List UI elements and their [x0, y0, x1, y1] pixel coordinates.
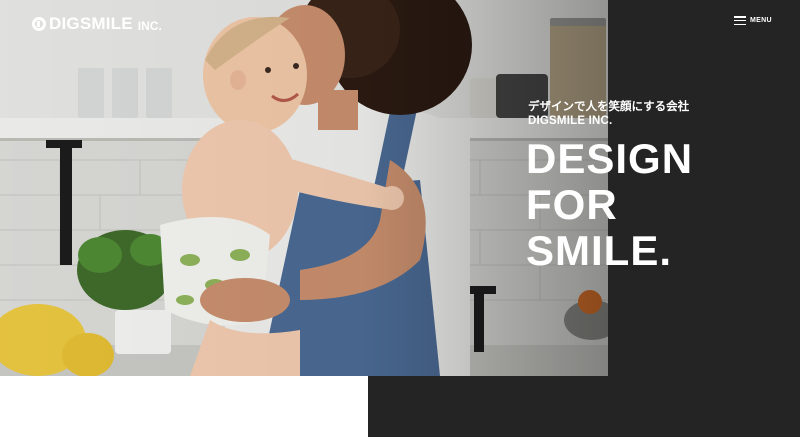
hero-image-shade [0, 0, 608, 376]
headline-line-2: FOR [526, 181, 618, 228]
menu-label: MENU [750, 17, 772, 24]
dark-bottom-block [368, 376, 800, 437]
site-logo[interactable]: DIGSMILE INC. [32, 14, 162, 34]
headline-line-1: DESIGN [526, 135, 694, 182]
hero-image [0, 0, 608, 376]
hero-headline: DESIGN FOR SMILE. [526, 136, 693, 274]
logo-text: DIGSMILE [49, 14, 133, 33]
tagline-japanese: デザインで人を笑顔にする会社 [528, 101, 690, 113]
tagline-company-name: DIGSMILE INC. [528, 115, 613, 127]
logo-suffix: INC. [137, 18, 162, 33]
white-bottom-block [0, 376, 368, 437]
logo-mark-icon [32, 17, 46, 31]
page: DIGSMILE INC. MENU デザインで人を笑顔にする会社 DIGSMI… [0, 0, 800, 437]
headline-line-3: SMILE. [526, 227, 673, 274]
menu-button[interactable]: MENU [734, 16, 772, 25]
hamburger-menu-icon [734, 16, 746, 25]
